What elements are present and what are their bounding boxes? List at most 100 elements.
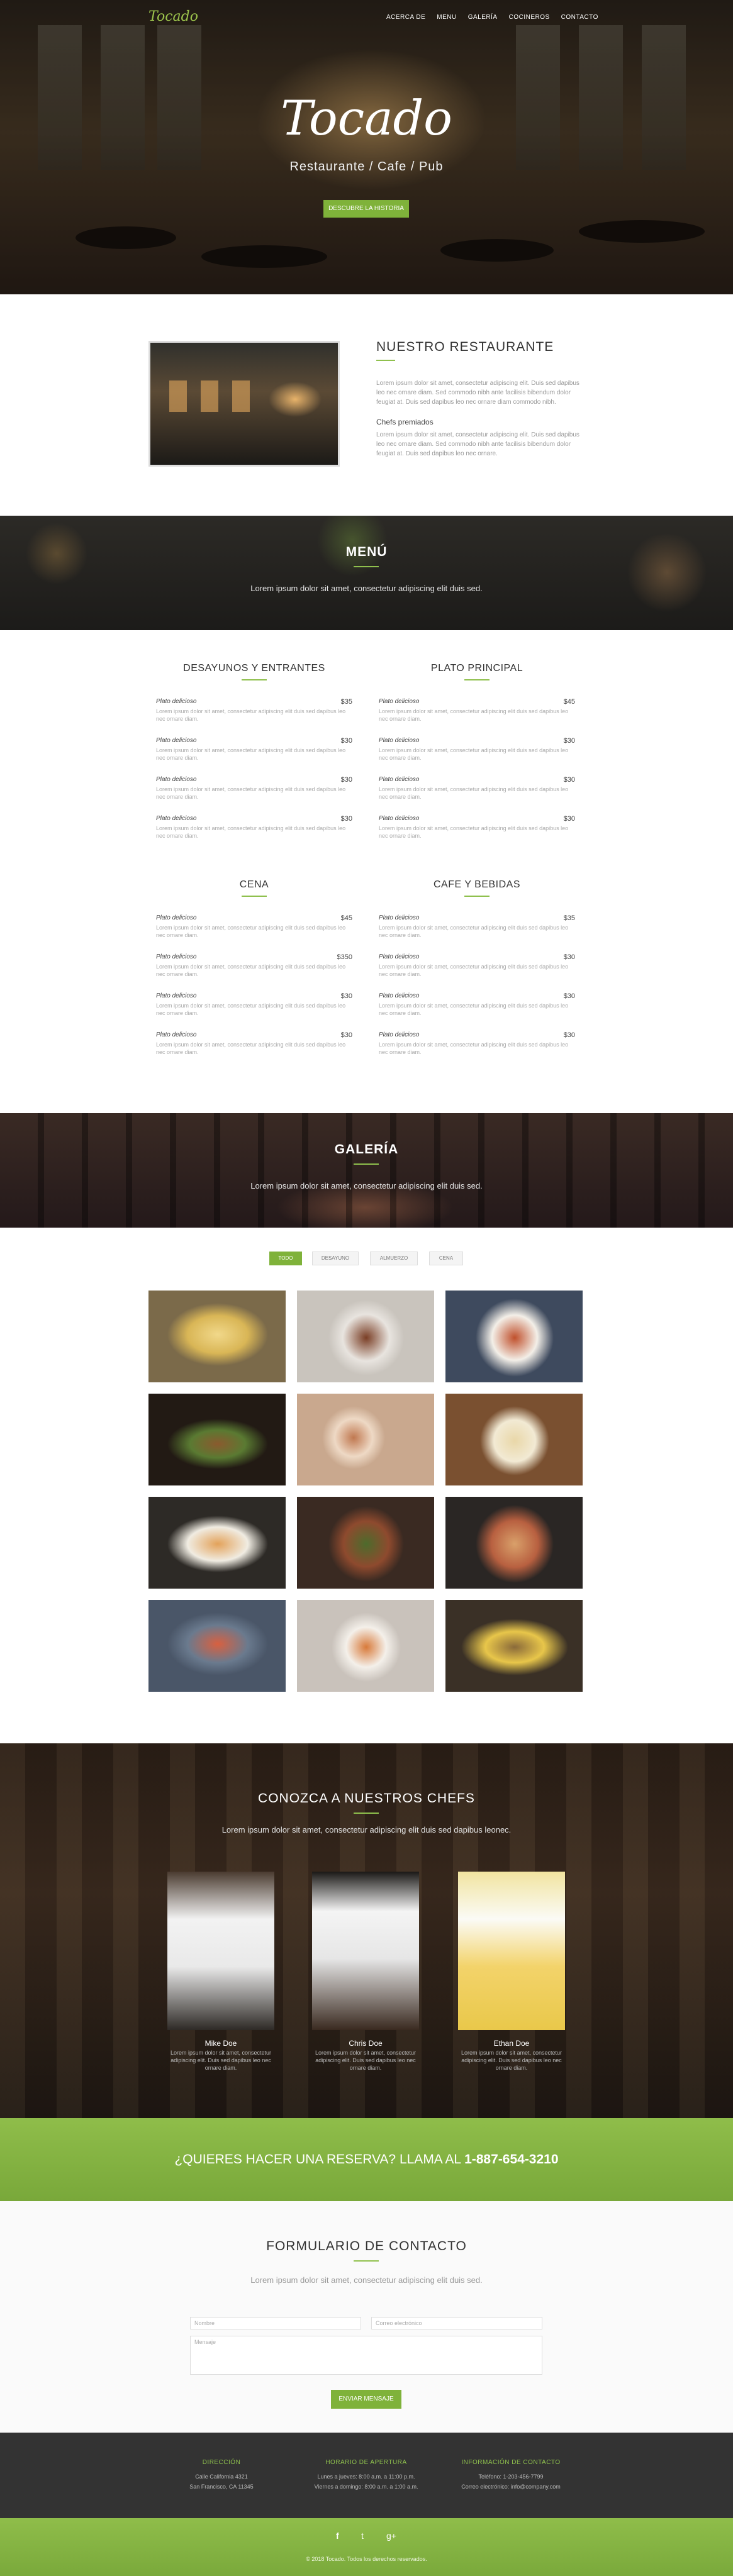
menu-item: Plato delicioso $45 Lorem ipsum dolor sit …	[379, 698, 575, 722]
menu-item: Plato delicioso $30 Lorem ipsum dolor sit …	[156, 992, 352, 1016]
title-underline	[354, 1813, 379, 1814]
menu-item: Plato delicioso $30 Lorem ipsum dolor sit …	[156, 815, 352, 839]
reservation-text: ¿QUIERES HACER UNA RESERVA? LLAMA AL 1-8…	[174, 2152, 559, 2167]
hours-line: Viernes a domingo: 8:00 a.m. a 1:00 a.m.	[314, 2484, 418, 2490]
reservation-phone[interactable]: 1-887-654-3210	[464, 2152, 558, 2167]
reservation-banner: ¿QUIERES HACER UNA RESERVA? LLAMA AL 1-8…	[0, 2118, 733, 2201]
contact-section: FORMULARIO DE CONTACTO Lorem ipsum dolor…	[0, 2201, 733, 2433]
gallery-image[interactable]	[148, 1497, 286, 1589]
hero-section: Tocado ACERCA DE MENU GALERÍA COCINEROS …	[0, 0, 733, 294]
main-nav: ACERCA DE MENU GALERÍA COCINEROS CONTACT…	[386, 14, 598, 21]
menu-item: Plato delicioso $30 Lorem ipsum dolor sit …	[156, 776, 352, 800]
gallery-image[interactable]	[297, 1291, 434, 1382]
address-line: San Francisco, CA 11345	[189, 2484, 254, 2490]
menu-category-title: CAFE Y BEBIDAS	[433, 879, 520, 890]
menu-item: Plato delicioso $30 Lorem ipsum dolor sit …	[379, 992, 575, 1016]
gallery-image[interactable]	[297, 1394, 434, 1485]
chefs-title: CONOZCA A NUESTROS CHEFS	[258, 1791, 475, 1806]
menu-item: Plato delicioso $30 Lorem ipsum dolor sit …	[156, 737, 352, 761]
send-message-button[interactable]: ENVIAR MENSAJE	[331, 2390, 401, 2409]
menu-banner: MENÚ Lorem ipsum dolor sit amet, consect…	[0, 516, 733, 630]
menu-item: Plato delicioso $30 Lorem ipsum dolor sit …	[379, 737, 575, 761]
filter-desayuno[interactable]: DESAYUNO	[312, 1252, 359, 1265]
copyright: © 2018 Tocado. Todos los derechos reserv…	[306, 2556, 427, 2562]
menu-category-title: DESAYUNOS Y ENTRANTES	[183, 663, 325, 674]
contact-title: FORMULARIO DE CONTACTO	[266, 2239, 467, 2253]
title-underline	[242, 679, 267, 680]
about-paragraph-2: Lorem ipsum dolor sit amet, consectetur …	[376, 431, 579, 457]
twitter-icon[interactable]: t	[361, 2531, 364, 2541]
info-line[interactable]: Correo electrónico: info@company.com	[442, 2482, 580, 2492]
menu-section: DESAYUNOS Y ENTRANTES PLATO PRINCIPAL Pl…	[0, 630, 733, 1113]
chef-card: Mike Doe Lorem ipsum dolor sit amet, con…	[167, 1872, 274, 2071]
social-bar: © 2018 Tocado. Todos los derechos reserv…	[0, 2518, 733, 2576]
menu-item: Plato delicioso $30 Lorem ipsum dolor sit …	[379, 815, 575, 839]
menu-category-title: PLATO PRINCIPAL	[430, 663, 523, 674]
gallery-image[interactable]	[445, 1291, 583, 1382]
info-line: Teléfono: 1-203-456-7799	[478, 2473, 544, 2480]
gallery-image[interactable]	[445, 1394, 583, 1485]
title-underline	[464, 896, 490, 897]
gallery-banner-subtitle: Lorem ipsum dolor sit amet, consectetur …	[250, 1181, 483, 1191]
hero-title: Tocado	[281, 90, 452, 146]
name-field[interactable]: Nombre	[190, 2317, 361, 2329]
hours-title: HORARIO DE APERTURA	[325, 2459, 407, 2466]
discover-story-button[interactable]: DESCUBRE LA HISTORIA	[323, 200, 409, 218]
gallery-image[interactable]	[445, 1497, 583, 1589]
email-field[interactable]: Correo electrónico	[371, 2317, 542, 2329]
hero-overlay	[0, 0, 733, 294]
gallery-image[interactable]	[148, 1394, 286, 1485]
chef-name: Chris Doe	[349, 2039, 383, 2048]
menu-item: Plato delicioso $30 Lorem ipsum dolor sit …	[379, 1031, 575, 1055]
chefs-subtitle: Lorem ipsum dolor sit amet, consectetur …	[221, 1825, 512, 1835]
chef-bio: Lorem ipsum dolor sit amet, consectetur …	[315, 2050, 417, 2071]
nav-item-contacto[interactable]: CONTACTO	[561, 14, 598, 21]
menu-item: Plato delicioso $30 Lorem ipsum dolor sit …	[156, 1031, 352, 1055]
gallery-image[interactable]	[297, 1497, 434, 1589]
menu-item: Plato delicioso $30 Lorem ipsum dolor sit …	[379, 776, 575, 800]
info-title: INFORMACIÓN DE CONTACTO	[461, 2459, 561, 2466]
chef-card: Chris Doe Lorem ipsum dolor sit amet, co…	[312, 1872, 419, 2071]
chefs-award-title: Chefs premiados	[376, 418, 434, 426]
about-title: NUESTRO RESTAURANTE	[376, 340, 554, 354]
menu-item: Plato delicioso $45 Lorem ipsum dolor sit …	[156, 914, 352, 938]
gallery-image[interactable]	[148, 1291, 286, 1382]
menu-banner-subtitle: Lorem ipsum dolor sit amet, consectetur …	[250, 584, 483, 593]
nav-item-menu[interactable]: MENU	[437, 14, 456, 21]
menu-item: Plato delicioso $350 Lorem ipsum dolor sit…	[156, 953, 352, 977]
title-underline	[354, 2260, 379, 2262]
about-section: NUESTRO RESTAURANTE Lorem ipsum dolor si…	[0, 294, 733, 516]
gallery-image[interactable]	[148, 1600, 286, 1692]
filter-almuerzo[interactable]: ALMUERZO	[370, 1252, 418, 1265]
nav-item-galeria[interactable]: GALERÍA	[468, 14, 498, 21]
title-underline	[464, 679, 490, 680]
footer: DIRECCIÓN Calle California 4321 San Fran…	[0, 2433, 733, 2518]
filter-todo[interactable]: TODO	[269, 1252, 302, 1265]
chef-card: Ethan Doe Lorem ipsum dolor sit amet, co…	[458, 1872, 565, 2071]
logo[interactable]: Tocado	[148, 9, 198, 25]
filter-cena[interactable]: CENA	[429, 1252, 463, 1265]
menu-item: Plato delicioso $35 Lorem ipsum dolor sit …	[379, 914, 575, 938]
gallery-banner-title: GALERÍA	[334, 1142, 399, 1157]
about-paragraph: Lorem ipsum dolor sit amet, consectetur …	[376, 380, 579, 406]
chef-name: Mike Doe	[204, 2039, 237, 2048]
facebook-icon[interactable]: f	[336, 2531, 339, 2541]
menu-banner-title: MENÚ	[345, 545, 388, 559]
chef-photo	[167, 1872, 274, 2030]
message-field[interactable]: Mensaje	[190, 2336, 542, 2375]
nav-item-cocineros[interactable]: COCINEROS	[509, 14, 550, 21]
menu-item: Plato delicioso $30 Lorem ipsum dolor sit …	[379, 953, 575, 977]
hours-line: Lunes a jueves: 8:00 a.m. a 11:00 p.m.	[317, 2473, 415, 2480]
menu-item: Plato delicioso $35 Lorem ipsum dolor sit …	[156, 698, 352, 722]
title-underline	[242, 896, 267, 897]
hero-subtitle: Restaurante / Cafe / Pub	[289, 160, 444, 174]
gallery-image[interactable]	[445, 1600, 583, 1692]
title-underline	[354, 1163, 379, 1165]
nav-item-acerca[interactable]: ACERCA DE	[386, 14, 425, 21]
address-line: Calle California 4321	[195, 2473, 248, 2480]
gallery-image[interactable]	[297, 1600, 434, 1692]
google-plus-icon[interactable]: g+	[386, 2531, 396, 2541]
contact-subtitle: Lorem ipsum dolor sit amet, consectetur …	[250, 2275, 483, 2285]
address-title: DIRECCIÓN	[202, 2459, 241, 2466]
chef-photo	[458, 1872, 565, 2030]
